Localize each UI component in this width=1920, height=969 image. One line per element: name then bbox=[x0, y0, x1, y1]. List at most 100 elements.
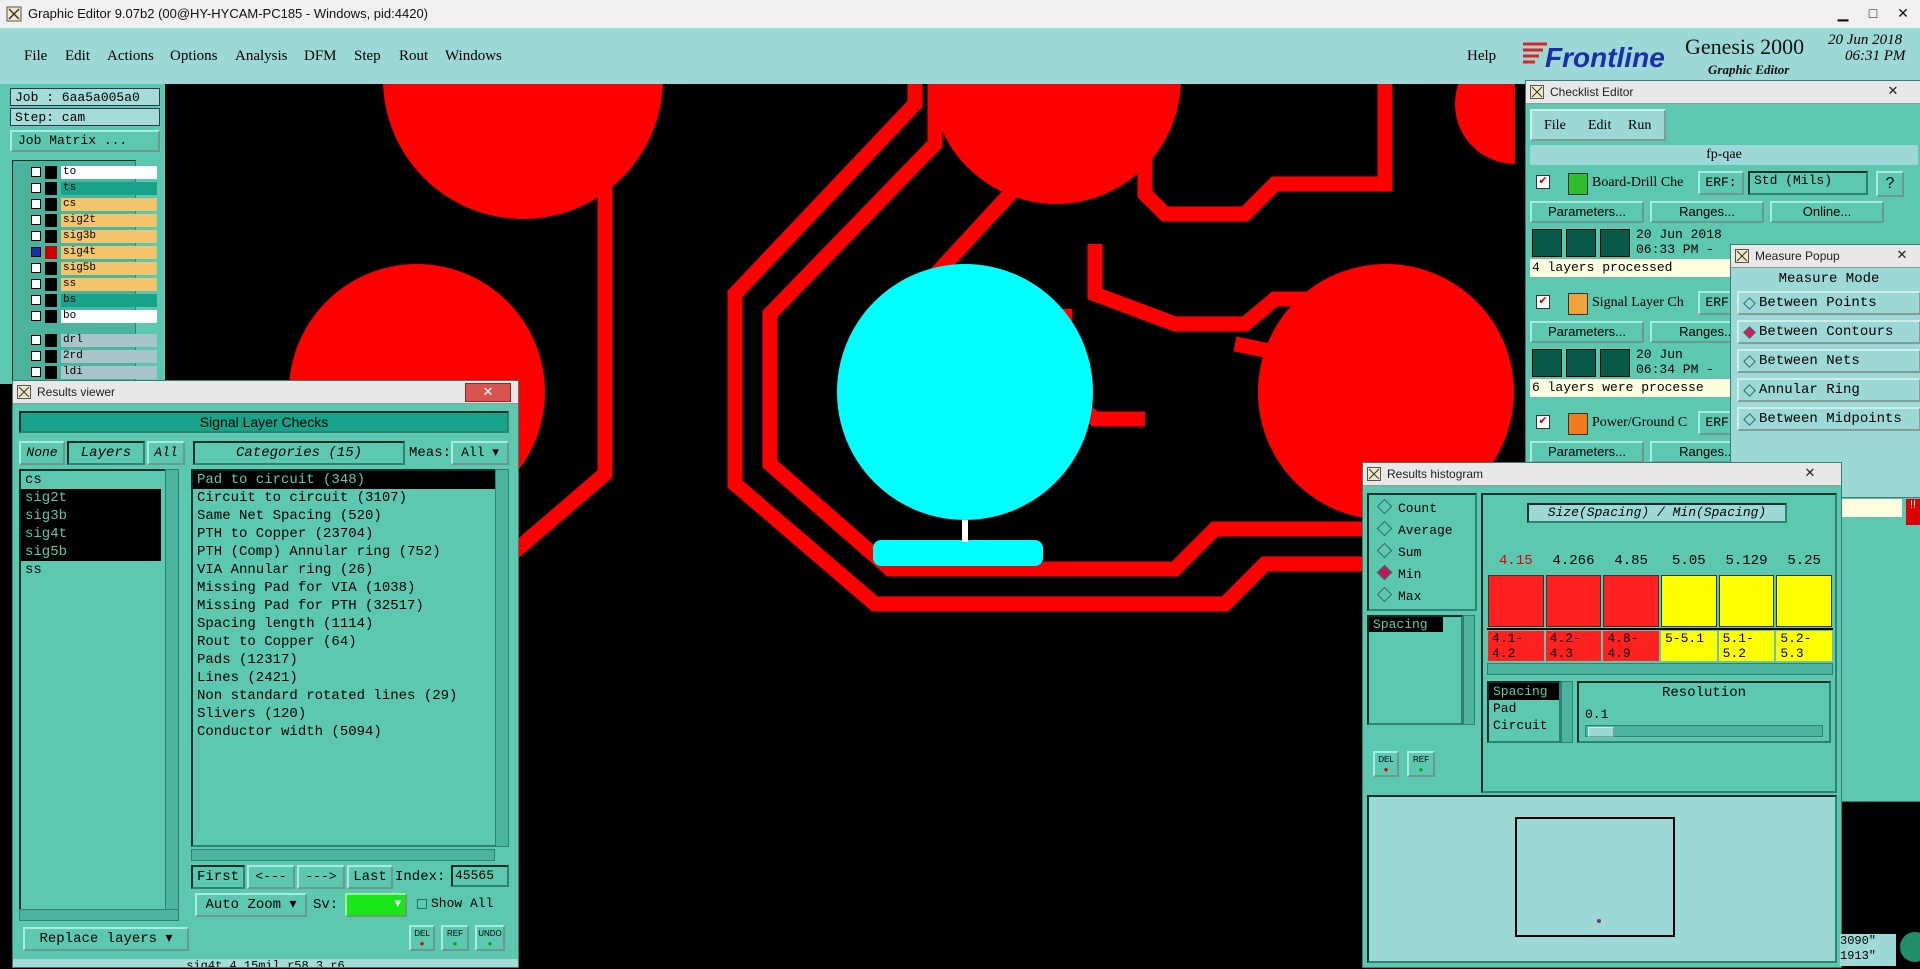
hist-ref-button[interactable]: REF ● bbox=[1407, 751, 1435, 777]
layer-name[interactable]: ss bbox=[61, 278, 157, 291]
layer-checkbox[interactable] bbox=[31, 247, 41, 257]
categories-toggle[interactable]: Categories (15) bbox=[193, 441, 405, 465]
layer-checkbox[interactable] bbox=[31, 279, 41, 289]
layer-checkbox[interactable] bbox=[31, 351, 41, 361]
layer-name[interactable]: 2rd bbox=[61, 350, 157, 363]
category-item[interactable]: VIA Annular ring (26) bbox=[193, 561, 507, 579]
category-list-scrollbar[interactable] bbox=[495, 469, 509, 847]
layer-checkbox[interactable] bbox=[31, 215, 41, 225]
layer-name[interactable]: drl bbox=[61, 334, 157, 347]
online-button[interactable]: Online... bbox=[1770, 201, 1884, 223]
measure-mode-option[interactable]: Between Points bbox=[1737, 291, 1920, 315]
none-button[interactable]: None bbox=[19, 441, 65, 465]
action-checkbox[interactable]: ✔ bbox=[1536, 415, 1550, 429]
next-button[interactable]: ---> bbox=[297, 865, 345, 889]
layer-name[interactable]: bs bbox=[61, 294, 157, 307]
sublist-item[interactable]: Spacing bbox=[1489, 683, 1559, 700]
layer-name[interactable]: ldi bbox=[61, 366, 157, 379]
layer-color-swatch[interactable] bbox=[45, 214, 57, 227]
layer-row[interactable]: ldi bbox=[27, 365, 157, 380]
show-all-checkbox[interactable] bbox=[417, 899, 427, 909]
menu-windows[interactable]: Windows bbox=[445, 48, 502, 65]
menu-dfm[interactable]: DFM bbox=[304, 48, 337, 65]
histogram-bar[interactable] bbox=[1661, 575, 1717, 627]
menu-rout[interactable]: Rout bbox=[399, 48, 428, 65]
action-name[interactable]: Power/Ground C bbox=[1592, 415, 1696, 431]
layer-checkbox[interactable] bbox=[31, 231, 41, 241]
action-checkbox[interactable]: ✔ bbox=[1536, 295, 1550, 309]
sublist-item[interactable]: Circuit bbox=[1489, 717, 1559, 734]
layer-name[interactable]: sig5b bbox=[61, 262, 157, 275]
stat-option[interactable]: Min bbox=[1376, 564, 1421, 582]
all-button[interactable]: All bbox=[147, 441, 185, 465]
layer-color-swatch[interactable] bbox=[45, 278, 57, 291]
parameters-button[interactable]: Parameters... bbox=[1530, 201, 1644, 223]
menu-edit[interactable]: Edit bbox=[65, 48, 90, 65]
layer-color-swatch[interactable] bbox=[45, 350, 57, 363]
histogram-bar[interactable] bbox=[1776, 575, 1832, 627]
run-icon[interactable] bbox=[1566, 229, 1596, 257]
layer-checkbox[interactable] bbox=[31, 295, 41, 305]
preview-viewport[interactable] bbox=[1515, 817, 1675, 937]
action-checkbox[interactable]: ✔ bbox=[1536, 175, 1550, 189]
stat-option[interactable]: Max bbox=[1376, 586, 1421, 604]
histogram-sublist-scrollbar[interactable] bbox=[1561, 681, 1573, 743]
layer-name[interactable]: cs bbox=[61, 198, 157, 211]
stat-option[interactable]: Average bbox=[1376, 520, 1453, 538]
layer-color-swatch[interactable] bbox=[45, 182, 57, 195]
layer-row[interactable]: sig2t bbox=[27, 213, 157, 228]
checklist-menu-edit[interactable]: Edit bbox=[1588, 118, 1611, 134]
results-viewer-close[interactable]: ✕ bbox=[465, 383, 511, 402]
layer-list-hscrollbar[interactable] bbox=[19, 909, 179, 921]
layer-results-list[interactable]: cs sig2t sig3b sig4t sig5b ss bbox=[19, 469, 179, 911]
close-button[interactable]: ✕ bbox=[1888, 2, 1918, 24]
checklist-close[interactable]: ✕ bbox=[1878, 83, 1908, 100]
layer-checkbox[interactable] bbox=[31, 199, 41, 209]
undo-button[interactable]: UNDO ● bbox=[475, 925, 505, 951]
layer-name[interactable]: sig2t bbox=[61, 214, 157, 227]
result-layer-item[interactable]: sig5b bbox=[21, 543, 161, 561]
category-item[interactable]: Rout to Copper (64) bbox=[193, 633, 507, 651]
category-item[interactable]: Same Net Spacing (520) bbox=[193, 507, 507, 525]
layer-row[interactable]: to bbox=[27, 165, 157, 180]
layer-row[interactable]: ts bbox=[27, 181, 157, 196]
layers-toggle[interactable]: Layers bbox=[67, 441, 145, 465]
category-item[interactable]: Conductor width (5094) bbox=[193, 723, 507, 741]
job-matrix-button[interactable]: Job Matrix ... bbox=[10, 130, 160, 152]
category-item[interactable]: PTH (Comp) Annular ring (752) bbox=[193, 543, 507, 561]
category-item[interactable]: Non standard rotated lines (29) bbox=[193, 687, 507, 705]
first-button[interactable]: First bbox=[191, 865, 245, 889]
layer-color-swatch[interactable] bbox=[45, 230, 57, 243]
layer-checkbox[interactable] bbox=[31, 263, 41, 273]
layer-color-swatch[interactable] bbox=[45, 294, 57, 307]
layer-name[interactable]: to bbox=[61, 166, 157, 179]
run-icon[interactable] bbox=[1600, 349, 1630, 377]
stat-option[interactable]: Count bbox=[1376, 498, 1437, 516]
measure-mode-option[interactable]: Between Midpoints bbox=[1737, 407, 1920, 431]
histogram-close[interactable]: ✕ bbox=[1795, 465, 1825, 482]
category-list-hscrollbar[interactable] bbox=[191, 849, 495, 861]
run-icon[interactable] bbox=[1566, 349, 1596, 377]
layer-color-swatch[interactable] bbox=[45, 166, 57, 179]
layer-color-swatch[interactable] bbox=[45, 310, 57, 323]
parameters-button[interactable]: Parameters... bbox=[1530, 321, 1644, 343]
stat-option[interactable]: Sum bbox=[1376, 542, 1421, 560]
category-item[interactable]: Spacing length (1114) bbox=[193, 615, 507, 633]
erf-button[interactable]: ERF: bbox=[1698, 171, 1744, 195]
layer-name[interactable]: bo bbox=[61, 310, 157, 323]
layer-name[interactable]: sig4t bbox=[61, 246, 157, 259]
layer-color-swatch[interactable] bbox=[45, 262, 57, 275]
meas-dropdown[interactable]: All ▾ bbox=[451, 441, 509, 465]
histogram-bar[interactable] bbox=[1718, 575, 1775, 627]
result-layer-item[interactable]: cs bbox=[21, 471, 161, 489]
layer-row[interactable]: sig4t bbox=[27, 245, 157, 260]
result-layer-item[interactable]: sig2t bbox=[21, 489, 161, 507]
menu-analysis[interactable]: Analysis bbox=[235, 48, 288, 65]
result-layer-item[interactable]: sig4t bbox=[21, 525, 161, 543]
menu-help[interactable]: Help bbox=[1467, 48, 1496, 65]
layer-color-swatch[interactable] bbox=[45, 334, 57, 347]
layer-row[interactable]: sig5b bbox=[27, 261, 157, 276]
measure-mode-option[interactable]: Annular Ring bbox=[1737, 378, 1920, 402]
layer-color-swatch[interactable] bbox=[45, 366, 57, 379]
layer-color-swatch[interactable] bbox=[45, 198, 57, 211]
